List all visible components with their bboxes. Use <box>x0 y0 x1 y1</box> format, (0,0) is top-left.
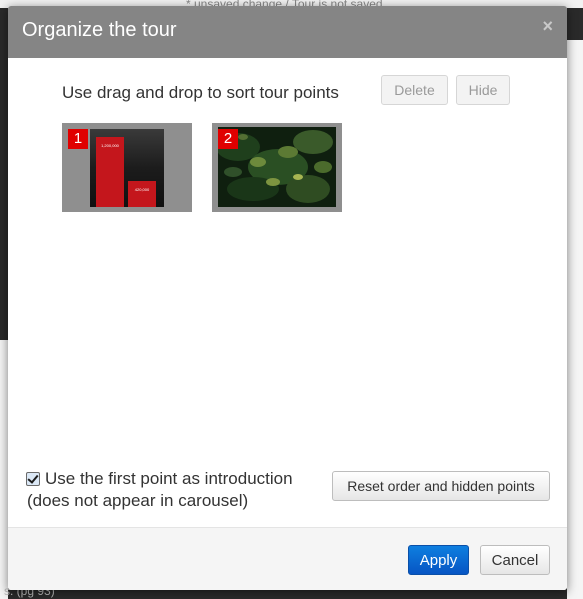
reset-order-button[interactable]: Reset order and hidden points <box>332 471 550 501</box>
thumbnail-value-top: 1,200,000 <box>101 143 120 148</box>
intro-checkbox[interactable] <box>26 472 40 486</box>
organize-tour-dialog: Organize the tour × Use drag and drop to… <box>8 6 567 590</box>
dialog-header: Organize the tour × <box>8 6 567 58</box>
cancel-button[interactable]: Cancel <box>480 545 550 575</box>
close-icon[interactable]: × <box>542 16 553 36</box>
background-page-edge <box>0 340 8 599</box>
intro-label-line2: (does not appear in carousel) <box>27 491 249 510</box>
tour-point-thumbnail-1[interactable]: 1,200,000 420,000 1 <box>62 123 192 212</box>
hide-button[interactable]: Hide <box>456 75 510 105</box>
tour-point-thumbnail-2[interactable]: 2 <box>212 123 342 212</box>
dialog-title: Organize the tour <box>22 19 177 41</box>
background-page-edge-right <box>567 40 583 599</box>
point-number-badge: 2 <box>218 129 238 149</box>
dialog-footer: Apply Cancel <box>8 527 567 590</box>
bar-chart-thumbnail-image: 1,200,000 420,000 <box>90 129 164 207</box>
point-number-badge: 1 <box>68 129 88 149</box>
apply-button[interactable]: Apply <box>408 545 469 575</box>
instruction-text: Use drag and drop to sort tour points <box>62 83 339 102</box>
intro-label-line1[interactable]: Use the first point as introduction <box>45 468 293 490</box>
thumbnail-value-bottom: 420,000 <box>135 187 150 192</box>
delete-button[interactable]: Delete <box>381 75 448 105</box>
